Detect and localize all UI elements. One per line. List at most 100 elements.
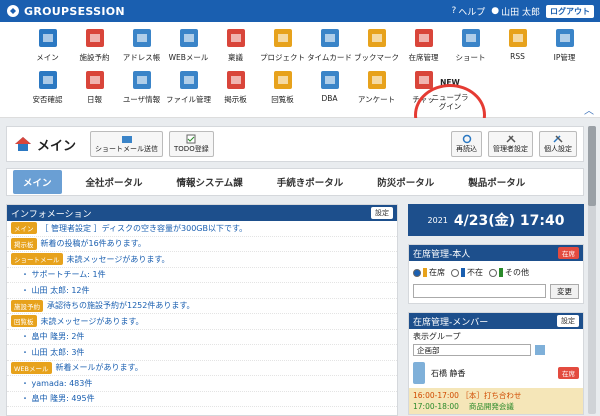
shortmail-icon xyxy=(461,29,480,47)
info-row: 施設予約 承認待ちの施設予約が1252件あります。 xyxy=(7,299,397,314)
tab-1[interactable]: 全社ポータル xyxy=(76,170,153,194)
scroll-thumb[interactable] xyxy=(588,126,596,206)
info-text[interactable]: 承認待ちの施設予約が1252件あります。 xyxy=(47,300,195,311)
radio-in[interactable] xyxy=(413,268,421,277)
group-picker-icon[interactable] xyxy=(535,345,545,355)
presence-members-header: 在席管理-メンバー 設定 xyxy=(409,313,583,329)
radio-out[interactable] xyxy=(451,268,459,277)
menu-item-dba[interactable]: DBA xyxy=(306,68,353,105)
schedule-item-2[interactable]: 17:00-18:00 商品開発会議 xyxy=(413,401,579,412)
info-tag: WEBメール xyxy=(11,361,52,374)
menu-item-circular[interactable]: 回覧板 xyxy=(259,68,306,105)
todo-register-button[interactable]: TODO登録 xyxy=(169,131,214,157)
menu-item-survey[interactable]: アンケート xyxy=(353,68,400,105)
report-icon xyxy=(85,71,104,89)
presence-options: 在席 不在 その他 xyxy=(409,261,583,284)
personal-settings-button[interactable]: 個人設定 xyxy=(539,131,577,157)
survey-icon xyxy=(367,71,386,89)
page-scrollbar[interactable] xyxy=(588,126,596,414)
info-text[interactable]: 新着メールがあります。 xyxy=(56,362,143,373)
info-text[interactable]: 未読メッセージがあります。 xyxy=(67,254,170,265)
page-title-text: メイン xyxy=(37,138,77,154)
menu-item-facility[interactable]: 施設予約 xyxy=(71,26,118,63)
admin-settings-button[interactable]: 管理者設定 xyxy=(488,131,533,157)
menu-item-ip[interactable]: IP管理 xyxy=(541,26,588,63)
menu-item-label: タイムカード xyxy=(307,53,352,62)
member-name: 石橋 静香 xyxy=(431,368,466,378)
status-bar-other xyxy=(499,268,503,277)
presence-members-title: 在席管理-メンバー xyxy=(413,317,489,328)
menu-item-label: DBA xyxy=(321,94,338,103)
menu-item-rss[interactable]: RSS xyxy=(494,26,541,63)
radio-other[interactable] xyxy=(489,268,497,277)
menu-item-shortmail[interactable]: ショート xyxy=(447,26,494,63)
menu-item-approval[interactable]: 稟議 xyxy=(212,26,259,63)
presence-members-panel: 在席管理-メンバー 設定 表示グループ 企画部 石橋 静香 在席 16:00-1… xyxy=(408,312,584,415)
member-status-badge: 在席 xyxy=(558,367,579,379)
info-text[interactable]: ［ 管理者設定 ］ディスクの空き容量が300GB以下です。 xyxy=(41,223,248,234)
tab-5[interactable]: 製品ポータル xyxy=(458,170,535,194)
member-row[interactable]: 石橋 静香 在席 xyxy=(409,358,583,388)
tab-4[interactable]: 防災ポータル xyxy=(367,170,444,194)
info-text[interactable]: ・ 山田 太郎: 3件 xyxy=(21,347,84,358)
reload-button[interactable]: 再読込 xyxy=(451,131,482,157)
approval-icon xyxy=(226,29,245,47)
information-panel: インフォメーション 設定 メイン ［ 管理者設定 ］ディスクの空き容量が300GB… xyxy=(6,204,398,416)
info-text[interactable]: ・ yamada: 483件 xyxy=(21,378,92,389)
presence-option-other[interactable]: その他 xyxy=(489,267,529,278)
collapse-chevron-icon[interactable]: ︿ xyxy=(584,102,594,117)
menu-item-file[interactable]: ファイル管理 xyxy=(165,68,212,105)
tab-3[interactable]: 手続きポータル xyxy=(267,170,354,194)
menu-item-label: プロジェクト xyxy=(260,53,305,62)
tab-0[interactable]: メイン xyxy=(13,170,62,194)
reload-icon xyxy=(462,134,471,144)
presence-option-in[interactable]: 在席 xyxy=(413,267,445,278)
send-shortmail-button[interactable]: ショートメール送信 xyxy=(90,131,164,157)
logout-button[interactable]: ログアウト xyxy=(546,4,594,18)
presence-option-out[interactable]: 不在 xyxy=(451,267,483,278)
menu-item-project[interactable]: プロジェクト xyxy=(259,26,306,63)
personal-settings-label: 個人設定 xyxy=(544,145,572,153)
menu-item-bookmark[interactable]: ブックマーク xyxy=(353,26,400,63)
info-text[interactable]: ・ サポートチーム: 1件 xyxy=(21,269,106,280)
menu-item-home[interactable]: メイン xyxy=(24,26,71,63)
status-bar-in xyxy=(423,268,427,277)
presence-option-in-label: 在席 xyxy=(429,268,445,277)
menu-item-report[interactable]: 日報 xyxy=(71,68,118,105)
help-icon: ? xyxy=(451,6,457,16)
presence-members-setting-button[interactable]: 設定 xyxy=(557,315,579,327)
top-bar: GROUPSESSION ? ヘルプ ● 山田 太郎 ログアウト xyxy=(0,0,600,22)
group-select[interactable]: 企画部 xyxy=(413,344,531,356)
send-shortmail-label: ショートメール送信 xyxy=(95,145,159,153)
menu-item-presence[interactable]: 在席管理 xyxy=(400,26,447,63)
menu-item-bulletin[interactable]: 掲示板 xyxy=(212,68,259,105)
info-text[interactable]: ・ 山田 太郎: 12件 xyxy=(21,285,90,296)
presence-comment-input[interactable] xyxy=(413,284,546,298)
info-text[interactable]: ・ 畠中 隆男: 495件 xyxy=(21,393,95,404)
main-header: メイン ショートメール送信 TODO登録 再読込 管理者設定 個人設定 xyxy=(6,126,584,162)
info-text[interactable]: 新着の投稿が16件あります。 xyxy=(41,238,146,249)
information-setting-button[interactable]: 設定 xyxy=(371,207,393,219)
menu-item-safety[interactable]: 安否確認 xyxy=(24,68,71,105)
menu-item-label: ユーザ情報 xyxy=(122,95,161,104)
group-label: 表示グループ xyxy=(413,332,461,341)
info-row: 掲示板 新着の投稿が16件あります。 xyxy=(7,237,397,252)
schedule-item-1[interactable]: 16:00-17:00 ［本］打ち合わせ xyxy=(413,390,579,401)
info-row: ショートメール 未読メッセージがあります。 xyxy=(7,252,397,268)
app-logo[interactable]: GROUPSESSION xyxy=(6,4,125,18)
menu-item-webmail[interactable]: WEBメール xyxy=(165,26,212,63)
menu-item-label: 施設予約 xyxy=(79,53,110,62)
presence-change-button[interactable]: 変更 xyxy=(550,284,579,299)
mail-icon xyxy=(121,136,132,143)
help-label: ヘルプ xyxy=(458,7,486,18)
menu-item-address-book[interactable]: アドレス帳 xyxy=(118,26,165,63)
info-text[interactable]: ・ 畠中 隆男: 2件 xyxy=(21,331,84,342)
portal-tabs: メイン 全社ポータル 情報システム課 手続きポータル 防災ポータル 製品ポータル xyxy=(6,168,584,196)
menu-item-user-info[interactable]: ユーザ情報 xyxy=(118,68,165,105)
help-link[interactable]: ? ヘルプ xyxy=(451,5,485,18)
user-menu[interactable]: ● 山田 太郎 xyxy=(491,5,540,18)
menu-item-timecard[interactable]: タイムカード xyxy=(306,26,353,63)
menu-item-label: 在席管理 xyxy=(408,53,439,62)
info-text[interactable]: 未読メッセージがあります。 xyxy=(41,316,144,327)
tab-2[interactable]: 情報システム課 xyxy=(167,170,253,194)
